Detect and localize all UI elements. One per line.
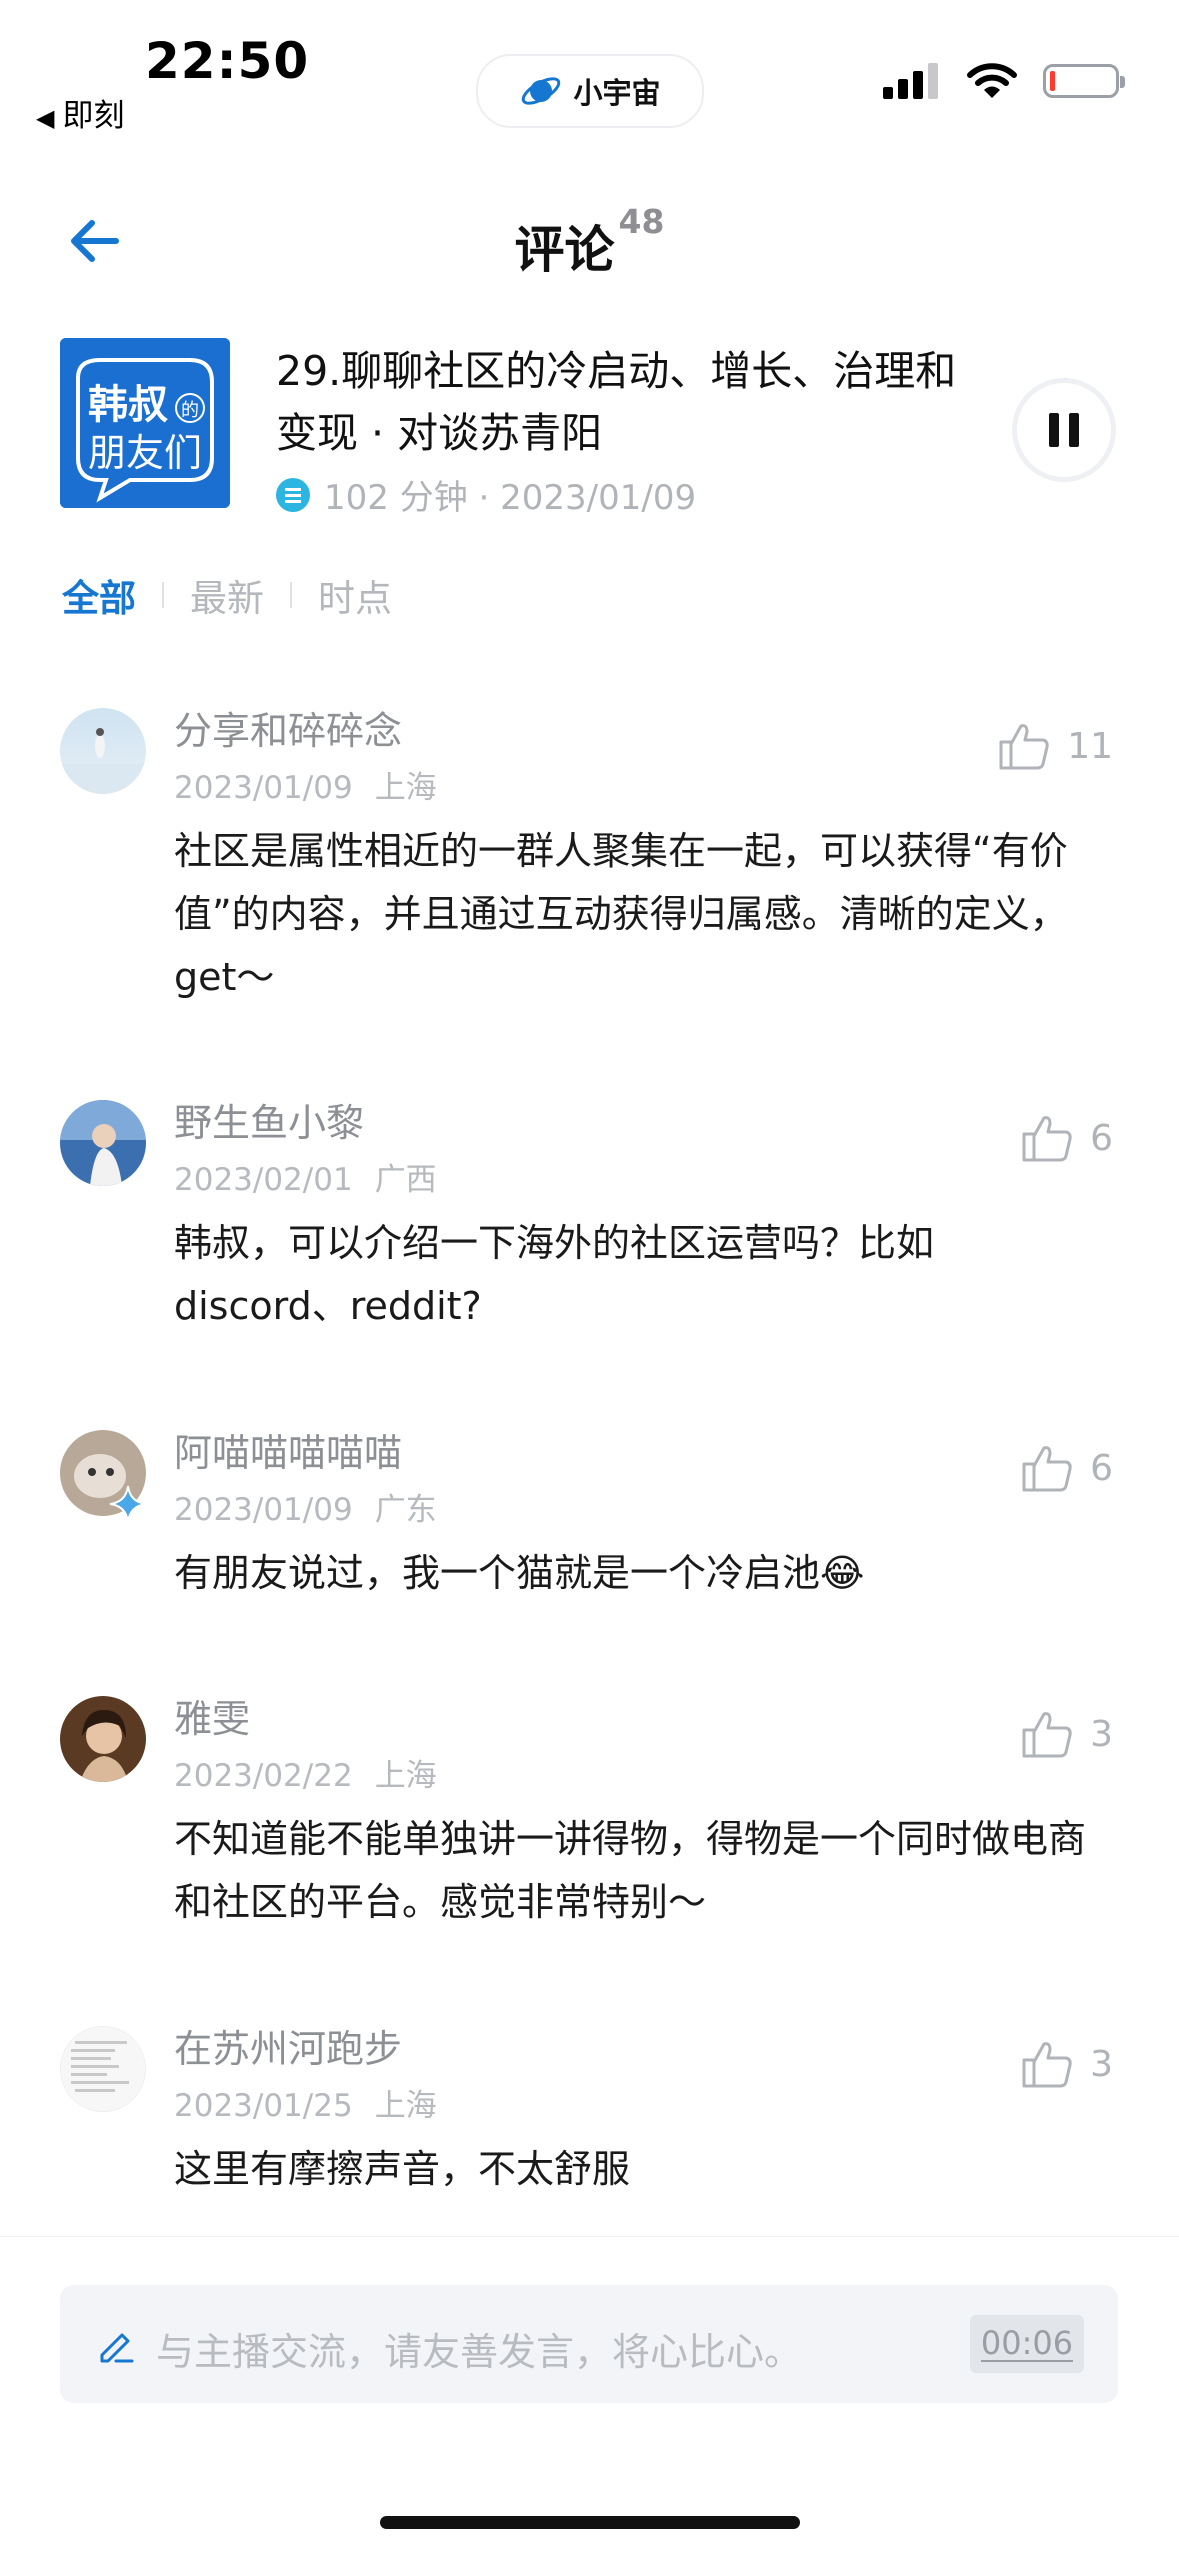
tab-all[interactable]: 全部 bbox=[62, 568, 136, 622]
home-indicator[interactable] bbox=[380, 2516, 800, 2529]
planet-icon bbox=[522, 77, 561, 105]
comment-input[interactable]: 与主播交流，请友善发言，将心比心。 00:06 bbox=[60, 2285, 1118, 2403]
avatar[interactable] bbox=[60, 708, 146, 794]
like-button[interactable]: 11 bbox=[997, 720, 1113, 772]
comment-item: 分享和碎碎念 2023/01/09 上海 社区是属性相近的一群人聚集在一起，可以获… bbox=[0, 700, 1179, 1020]
status-icons bbox=[883, 62, 1125, 100]
like-button[interactable]: 3 bbox=[1020, 2038, 1113, 2090]
thumbs-up-icon bbox=[1022, 1116, 1072, 1162]
comment-tabs: 全部 最新 时点 bbox=[62, 568, 392, 622]
cover-title-small: 的 bbox=[181, 400, 199, 421]
input-placeholder: 与主播交流，请友善发言，将心比心。 bbox=[156, 2330, 803, 2374]
comment-text: 韩叔，可以介绍一下海外的社区运营吗？比如 discord、reddit? bbox=[174, 1221, 935, 1328]
comment-meta: 2023/01/25 上海 bbox=[174, 2080, 437, 2125]
avatar[interactable] bbox=[60, 2026, 146, 2112]
wifi-icon bbox=[967, 63, 1017, 98]
tab-divider bbox=[290, 582, 292, 608]
timestamp-button[interactable]: 00:06 bbox=[970, 2315, 1084, 2373]
back-triangle-icon: ◀ bbox=[36, 104, 55, 132]
comment-text: 社区是属性相近的一群人聚集在一起，可以获得“有价值”的内容，并且通过互动获得归属… bbox=[174, 829, 1068, 999]
like-count: 6 bbox=[1090, 1117, 1113, 1159]
comment-author[interactable]: 分享和碎碎念 bbox=[174, 700, 402, 755]
comment-text: 这里有摩擦声音，不太舒服 bbox=[174, 2147, 631, 2191]
like-button[interactable]: 6 bbox=[1020, 1442, 1113, 1494]
comment-count: 48 bbox=[618, 202, 665, 241]
tab-timepoint[interactable]: 时点 bbox=[318, 568, 392, 622]
comment-author[interactable]: 野生鱼小黎 bbox=[174, 1092, 364, 1147]
avatar[interactable] bbox=[60, 1696, 146, 1782]
like-button[interactable]: 3 bbox=[1020, 1708, 1113, 1760]
comment-location: 上海 bbox=[374, 770, 437, 806]
sparkle-badge-icon bbox=[109, 1485, 147, 1523]
cover-art: 韩叔 的 朋友们 bbox=[60, 338, 230, 508]
thumbs-up-icon bbox=[1022, 2042, 1072, 2088]
like-button[interactable]: 6 bbox=[1020, 1112, 1113, 1164]
bottom-bar: 与主播交流，请友善发言，将心比心。 00:06 bbox=[0, 2236, 1179, 2557]
pause-icon bbox=[1049, 413, 1079, 447]
app-pill-label: 小宇宙 bbox=[573, 76, 661, 110]
status-time: 22:50 bbox=[145, 32, 310, 90]
back-to-app-link[interactable]: ◀ 即刻 bbox=[36, 90, 124, 135]
comment-author[interactable]: 在苏州河跑步 bbox=[174, 2018, 402, 2073]
comment-item: 阿喵喵喵喵喵 2023/01/09 广东 有朋友说过，我一个猫就是一个冷启池😂 6 bbox=[0, 1422, 1179, 1622]
comment-date: 2023/01/25 bbox=[174, 2088, 353, 2124]
episode-duration-date: 102 分钟 · 2023/01/09 bbox=[324, 478, 697, 518]
app-pill[interactable]: 小宇宙 bbox=[476, 54, 704, 128]
comment-location: 广东 bbox=[374, 1492, 437, 1528]
comment-item: 雅雯 2023/02/22 上海 不知道能不能单独讲一讲得物，得物是一个同时做电商… bbox=[0, 1688, 1179, 1948]
tab-latest[interactable]: 最新 bbox=[190, 568, 264, 622]
comment-location: 广西 bbox=[374, 1162, 437, 1198]
comment-date: 2023/01/09 bbox=[174, 770, 353, 806]
like-count: 11 bbox=[1067, 725, 1113, 767]
header: 评论 48 bbox=[0, 190, 1179, 290]
like-count: 3 bbox=[1090, 2043, 1113, 2085]
signal-icon bbox=[883, 63, 938, 99]
episode-card[interactable]: 韩叔 的 朋友们 29.聊聊社区的冷启动、增长、治理和变现 · 对谈苏青阳 10… bbox=[0, 320, 1179, 540]
thumbs-up-icon bbox=[1022, 1712, 1072, 1758]
thumbs-up-icon bbox=[999, 724, 1049, 770]
thumbs-up-icon bbox=[1022, 1446, 1072, 1492]
comment-author[interactable]: 雅雯 bbox=[174, 1688, 250, 1743]
battery-icon bbox=[1043, 64, 1125, 98]
like-count: 3 bbox=[1090, 1713, 1113, 1755]
tab-divider bbox=[162, 582, 164, 608]
episode-title[interactable]: 29.聊聊社区的冷启动、增长、治理和变现 · 对谈苏青阳 bbox=[276, 340, 996, 464]
pencil-icon bbox=[100, 2333, 134, 2363]
list-icon bbox=[276, 477, 310, 512]
cover-title-sub: 朋友们 bbox=[88, 431, 202, 475]
comment-author[interactable]: 阿喵喵喵喵喵 bbox=[174, 1422, 402, 1477]
comment-item: 野生鱼小黎 2023/02/01 广西 韩叔，可以介绍一下海外的社区运营吗？比如 … bbox=[0, 1092, 1179, 1352]
comment-meta: 2023/02/22 上海 bbox=[174, 1750, 437, 1795]
comment-meta: 2023/02/01 广西 bbox=[174, 1154, 437, 1199]
comment-date: 2023/02/22 bbox=[174, 1758, 353, 1794]
back-app-label: 即刻 bbox=[62, 98, 125, 134]
timestamp-label: 00:06 bbox=[980, 2324, 1074, 2362]
page-title: 评论 48 bbox=[0, 202, 1179, 282]
comment-text: 有朋友说过，我一个猫就是一个冷启池😂 bbox=[174, 1551, 865, 1595]
like-count: 6 bbox=[1090, 1447, 1113, 1489]
comment-date: 2023/01/09 bbox=[174, 1492, 353, 1528]
avatar[interactable] bbox=[60, 1100, 146, 1186]
comment-meta: 2023/01/09 广东 bbox=[174, 1484, 437, 1529]
comment-item: 在苏州河跑步 2023/01/25 上海 这里有摩擦声音，不太舒服 3 bbox=[0, 2018, 1179, 2228]
cover-title-main: 韩叔 bbox=[88, 382, 168, 428]
pause-button[interactable] bbox=[1012, 378, 1116, 482]
comment-location: 上海 bbox=[374, 1758, 437, 1794]
episode-meta: 102 分钟 · 2023/01/09 bbox=[276, 470, 696, 519]
page-title-text: 评论 bbox=[514, 221, 615, 279]
comment-location: 上海 bbox=[374, 2088, 437, 2124]
podcast-cover[interactable]: 韩叔 的 朋友们 bbox=[60, 338, 230, 508]
comment-date: 2023/02/01 bbox=[174, 1162, 353, 1198]
status-bar: 22:50 ◀ 即刻 小宇宙 bbox=[0, 0, 1179, 150]
comment-meta: 2023/01/09 上海 bbox=[174, 762, 437, 807]
comment-text: 不知道能不能单独讲一讲得物，得物是一个同时做电商和社区的平台。感觉非常特别～ bbox=[174, 1817, 1087, 1924]
